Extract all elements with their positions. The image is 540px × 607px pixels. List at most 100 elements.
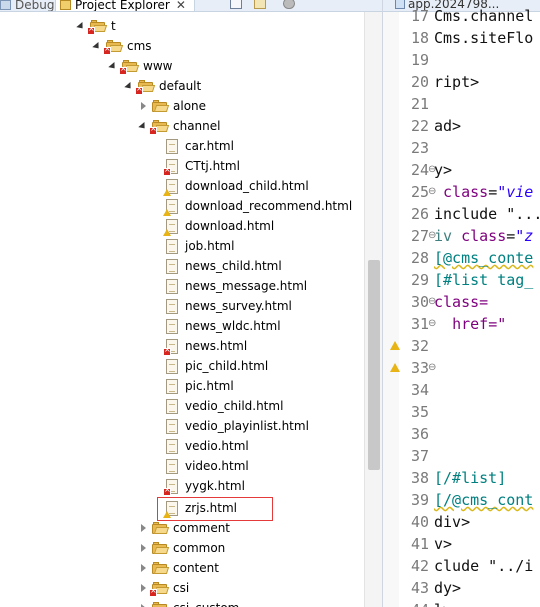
tree-file-label: vedio_playinlist.html — [185, 419, 309, 433]
html-file-icon — [163, 218, 178, 236]
folder-icon — [149, 119, 170, 135]
tree-node-label: channel — [173, 119, 221, 133]
tree-file[interactable]: news_message.html — [164, 276, 307, 296]
tree-file[interactable]: news_wldc.html — [164, 316, 281, 336]
html-file-icon — [166, 458, 178, 474]
html-file-icon — [166, 138, 178, 154]
tree-node-common[interactable]: common — [138, 538, 225, 558]
expand-toggle[interactable] — [124, 76, 134, 96]
warning-marker-icon — [390, 363, 400, 372]
tree-file-label: job.html — [185, 239, 235, 253]
tree-node-label: alone — [173, 99, 207, 113]
expand-toggle[interactable] — [76, 16, 86, 36]
line-number: 25 — [410, 183, 429, 201]
line-number: 27 — [410, 227, 429, 245]
code-line: [/#list] — [434, 469, 507, 487]
expand-toggle[interactable] — [138, 116, 148, 136]
error-overlay-icon — [163, 345, 171, 356]
scrollbar-thumb[interactable] — [368, 260, 380, 470]
tab-project-explorer[interactable]: Project Explorer ✕ — [55, 0, 195, 11]
folder-icon — [152, 541, 170, 555]
vertical-scrollbar[interactable] — [364, 12, 382, 607]
tree-file-label: news_child.html — [185, 259, 282, 273]
tree-node-content[interactable]: content — [138, 558, 219, 578]
project-explorer-icon — [60, 0, 71, 10]
folder-icon — [119, 59, 140, 75]
tree-file-label: download_child.html — [185, 179, 309, 193]
tab-debug[interactable]: Debug — [0, 0, 55, 12]
tree-file-label: download_recommend.html — [185, 199, 353, 213]
expand-toggle[interactable] — [138, 558, 148, 578]
line-number: 40 — [410, 513, 429, 531]
line-number: 38 — [410, 469, 429, 487]
link-with-editor-icon[interactable] — [254, 0, 266, 9]
tree-file[interactable]: news.html — [163, 336, 248, 356]
tree-file-label: video.html — [185, 459, 249, 473]
expand-toggle[interactable] — [108, 56, 118, 76]
folder-icon — [135, 79, 156, 95]
folder-icon — [152, 561, 170, 575]
tree-file[interactable]: yygk.html — [163, 476, 245, 496]
line-number: 18 — [410, 29, 429, 47]
tree-node-comment[interactable]: comment — [138, 518, 230, 538]
tree-file[interactable]: download_child.html — [163, 176, 309, 196]
tree-file[interactable]: download_recommend.html — [163, 196, 353, 216]
error-overlay-icon — [163, 165, 171, 176]
code-line: Cms.siteFlo — [434, 29, 534, 47]
tree-file[interactable]: pic.html — [164, 376, 234, 396]
view-menu-icon[interactable] — [283, 0, 295, 9]
expand-toggle[interactable] — [138, 96, 148, 116]
tree-file[interactable]: vedio_playinlist.html — [164, 416, 309, 436]
tree-node-cms[interactable]: cms — [92, 36, 152, 56]
code-line: include "... — [434, 205, 540, 223]
tree-node-alone[interactable]: alone — [138, 96, 206, 116]
line-number: 34 — [410, 381, 429, 399]
code-line: href=" — [452, 315, 507, 333]
line-number: 36 — [410, 425, 429, 443]
html-file-icon — [163, 338, 178, 356]
html-file-icon — [166, 438, 178, 454]
tree-file[interactable]: CTtj.html — [163, 156, 240, 176]
html-file-icon — [166, 298, 178, 314]
code-line: div> — [434, 513, 471, 531]
expand-toggle[interactable] — [138, 518, 148, 538]
tree-node-label: cms — [127, 39, 152, 53]
tree-node-www[interactable]: www — [108, 56, 172, 76]
error-overlay-icon — [103, 44, 111, 55]
html-file-icon — [163, 198, 178, 216]
tree-file[interactable]: news_survey.html — [164, 296, 292, 316]
line-number: 44 — [399, 599, 429, 607]
line-number: 23 — [410, 139, 429, 157]
expand-toggle[interactable] — [138, 598, 148, 607]
tree-file[interactable]: pic_child.html — [164, 356, 268, 376]
close-icon[interactable]: ✕ — [176, 0, 186, 11]
tree-node-default[interactable]: default — [124, 76, 201, 96]
tree-file[interactable]: news_child.html — [164, 256, 282, 276]
tab-debug-label: Debug — [15, 0, 55, 12]
expand-toggle[interactable] — [138, 538, 148, 558]
error-overlay-icon — [163, 485, 171, 496]
line-number: 33 — [410, 359, 429, 377]
tree-file[interactable]: car.html — [164, 136, 234, 156]
code-line: [/@cms_cont — [434, 491, 534, 509]
expand-toggle[interactable] — [138, 578, 148, 598]
tree-file[interactable]: video.html — [164, 456, 249, 476]
tree-node-channel[interactable]: channel — [138, 116, 220, 136]
collapse-all-icon[interactable] — [230, 0, 242, 9]
tree-node-csi[interactable]: csi — [138, 578, 189, 598]
tree-node-csi-custom[interactable]: csi_custom — [138, 598, 239, 607]
tree-node-root[interactable]: t — [76, 16, 116, 36]
project-explorer-view: Debug Project Explorer ✕ t cms www — [0, 0, 382, 607]
tree-file[interactable]: download.html — [163, 216, 274, 236]
expand-toggle[interactable] — [92, 36, 102, 56]
line-number: 30 — [410, 293, 429, 311]
line-number: 20 — [410, 73, 429, 91]
tree-file-label: news.html — [185, 339, 248, 353]
tree-file[interactable]: vedio.html — [164, 436, 249, 456]
tree-file[interactable]: vedio_child.html — [164, 396, 283, 416]
tree-file[interactable]: job.html — [164, 236, 234, 256]
code-line: class="vie — [443, 183, 534, 201]
error-overlay-icon — [87, 24, 95, 35]
line-number: 29 — [410, 271, 429, 289]
